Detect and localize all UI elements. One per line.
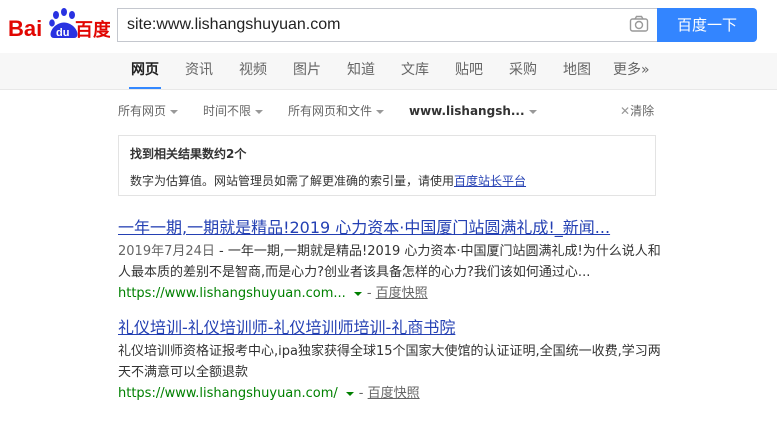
tab-images[interactable]: 图片: [293, 53, 321, 89]
category-nav: 网页 资讯 视频 图片 知道 文库 贴吧 采购 地图 更多»: [0, 53, 777, 90]
tab-zhidao[interactable]: 知道: [347, 53, 375, 89]
search-input[interactable]: [118, 9, 618, 41]
tab-map[interactable]: 地图: [563, 53, 591, 89]
search-result: 一年一期,一期就是精品!2019 心力资本·中国厦门站圆满礼成!_新闻... 2…: [118, 217, 663, 304]
tab-web[interactable]: 网页: [129, 53, 161, 89]
result-url[interactable]: https://www.lishangshuyuan.com/: [118, 386, 338, 401]
tab-purchase[interactable]: 采购: [509, 53, 537, 89]
close-icon: ✕: [620, 104, 631, 118]
filter-filetype-label: 所有网页和文件: [288, 104, 373, 118]
result-count-title: 找到相关结果数约2个: [130, 147, 247, 161]
filter-pages[interactable]: 所有网页: [118, 98, 179, 124]
result-url-line: https://www.lishangshuyuan.com... - 百度快照: [118, 284, 663, 304]
snapshot-link[interactable]: 百度快照: [368, 386, 420, 401]
svg-text:du: du: [56, 27, 69, 39]
caret-down-icon[interactable]: [353, 291, 362, 296]
tab-video[interactable]: 视频: [239, 53, 267, 89]
search-filters: 所有网页 时间不限 所有网页和文件 www.lishangsh... ✕清除: [0, 98, 777, 124]
result-abstract-line2: 人最本质的差别不是智商,而是心力?创业者该具备怎样的心力?我们该如何通过心...: [118, 265, 591, 280]
result-count-text: 数字为估算值。网站管理员如需了解更准确的索引量，请使用: [130, 174, 455, 188]
filter-site-label: www.lishangsh...: [409, 104, 525, 118]
search-box[interactable]: [117, 8, 657, 42]
result-date: 2019年7月24日: [118, 244, 215, 259]
result-url[interactable]: https://www.lishangshuyuan.com...: [118, 286, 346, 301]
separator: -: [366, 286, 376, 301]
tab-tieba[interactable]: 贴吧: [455, 53, 483, 89]
separator: -: [358, 386, 368, 401]
tab-wenku[interactable]: 文库: [401, 53, 429, 89]
tab-more[interactable]: 更多»: [613, 53, 650, 89]
search-button[interactable]: 百度一下: [657, 8, 757, 42]
header: Bai du 百度 百度一下: [0, 0, 777, 53]
caret-down-icon[interactable]: [345, 391, 354, 396]
filter-site[interactable]: www.lishangsh...: [409, 98, 537, 124]
filter-time-label: 时间不限: [203, 104, 252, 118]
chevron-down-icon: [376, 109, 385, 114]
svg-text:百度: 百度: [75, 19, 110, 41]
svg-text:Bai: Bai: [8, 16, 42, 41]
snapshot-link[interactable]: 百度快照: [376, 286, 428, 301]
result-abstract-line1: - 一年一期,一期就是精品!2019 心力资本·中国厦门站圆满礼成!为什么说人和: [214, 244, 661, 259]
webmaster-platform-link[interactable]: 百度站长平台: [454, 174, 526, 188]
result-abstract: 2019年7月24日 - 一年一期,一期就是精品!2019 心力资本·中国厦门站…: [118, 241, 663, 283]
tab-news[interactable]: 资讯: [185, 53, 213, 89]
chevron-down-icon: [170, 109, 179, 114]
result-abstract: 礼仪培训师资格证报考中心,ipa独家获得全球15个国家大使馆的认证证明,全国统一…: [118, 341, 663, 383]
clear-filters-button[interactable]: ✕清除: [620, 98, 654, 124]
result-count-box: 找到相关结果数约2个 数字为估算值。网站管理员如需了解更准确的索引量，请使用百度…: [118, 135, 656, 196]
filter-filetype[interactable]: 所有网页和文件: [288, 98, 385, 124]
search-result: 礼仪培训-礼仪培训师-礼仪培训师培训-礼商书院 礼仪培训师资格证报考中心,ipa…: [118, 317, 663, 404]
result-title-link[interactable]: 礼仪培训-礼仪培训师-礼仪培训师培训-礼商书院: [118, 317, 663, 339]
baidu-logo[interactable]: Bai du 百度: [8, 6, 112, 44]
result-count-desc: 数字为估算值。网站管理员如需了解更准确的索引量，请使用百度站长平台: [130, 172, 526, 189]
result-abstract-line1: 礼仪培训师资格证报考中心,ipa独家获得全球15个国家大使馆的认证证明,全国统一…: [118, 344, 661, 359]
chevron-down-icon: [528, 109, 537, 114]
filter-time[interactable]: 时间不限: [203, 98, 264, 124]
filter-pages-label: 所有网页: [118, 104, 167, 118]
clear-filters-label: 清除: [630, 104, 655, 118]
result-url-line: https://www.lishangshuyuan.com/ - 百度快照: [118, 384, 663, 404]
chevron-down-icon: [255, 109, 264, 114]
camera-icon[interactable]: [629, 14, 649, 34]
result-title-link[interactable]: 一年一期,一期就是精品!2019 心力资本·中国厦门站圆满礼成!_新闻...: [118, 217, 663, 239]
result-abstract-line2: 天不满意可以全额退款: [118, 365, 249, 380]
